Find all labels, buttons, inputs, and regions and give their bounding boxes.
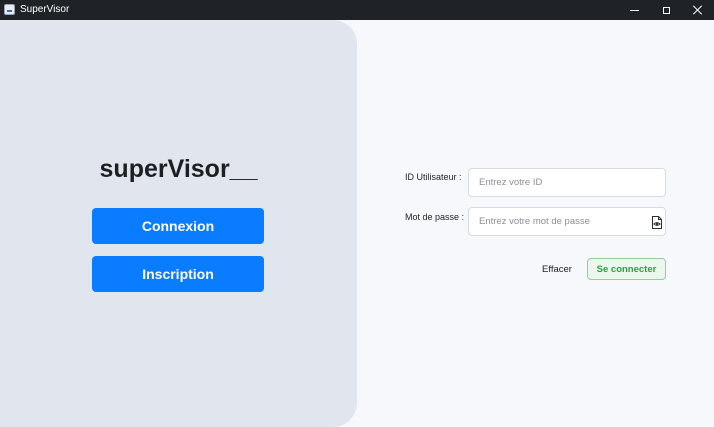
password-field[interactable]	[468, 207, 666, 236]
minimize-button[interactable]	[618, 0, 650, 20]
left-panel: superVisor__ Connexion Inscription	[0, 20, 357, 427]
brand-title: superVisor__	[99, 155, 258, 183]
password-input[interactable]	[479, 208, 639, 235]
close-button[interactable]	[682, 0, 714, 20]
connexion-button[interactable]: Connexion	[92, 208, 264, 244]
user-id-field[interactable]	[468, 168, 666, 197]
close-icon	[693, 5, 703, 15]
user-id-label: ID Utilisateur :	[405, 172, 462, 182]
login-button[interactable]: Se connecter	[587, 258, 666, 280]
clear-button[interactable]: Effacer	[538, 259, 576, 279]
password-label: Mot de passe :	[405, 212, 465, 222]
maximize-icon	[662, 6, 670, 14]
user-id-input[interactable]	[479, 169, 649, 196]
title-bar: SuperVisor	[0, 0, 714, 20]
maximize-button[interactable]	[650, 0, 682, 20]
app-icon	[4, 4, 15, 15]
inscription-button[interactable]: Inscription	[92, 256, 264, 292]
show-password-icon[interactable]	[651, 216, 663, 229]
minimize-icon	[629, 9, 639, 11]
window-title: SuperVisor	[20, 4, 70, 15]
